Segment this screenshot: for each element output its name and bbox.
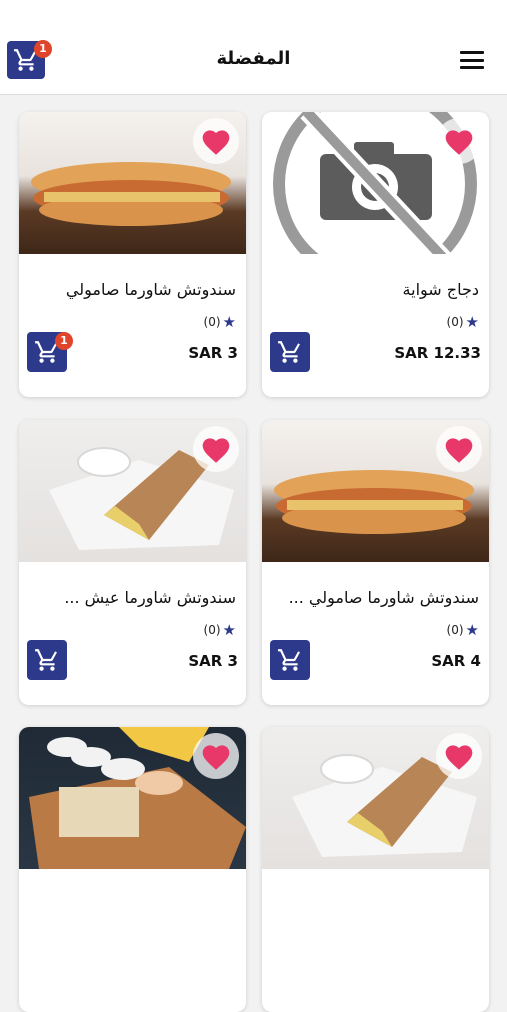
cart-count-badge: 1: [55, 332, 73, 350]
cart-icon: [278, 649, 300, 671]
favorite-button[interactable]: [193, 733, 239, 779]
product-card[interactable]: سندوتش شاورما عيش ... (0) ★ SAR 3: [19, 420, 246, 705]
heart-icon: [202, 130, 230, 155]
favorite-button[interactable]: [193, 426, 239, 472]
heart-icon: [445, 745, 473, 770]
cart-icon: [278, 341, 300, 363]
rating-count: (0): [203, 623, 221, 637]
product-rating: (0) ★: [204, 621, 236, 639]
favorite-button[interactable]: [436, 733, 482, 779]
cart-icon: [35, 649, 57, 671]
star-icon: ★: [465, 621, 479, 639]
menu-icon[interactable]: [460, 51, 484, 69]
favorite-button[interactable]: [193, 118, 239, 164]
product-card[interactable]: سندوتش شاورما صامولي (0) ★ SAR 3 1: [19, 112, 246, 397]
product-name: سندوتش شاورما صامولي ...: [288, 588, 479, 607]
rating-count: (0): [203, 315, 221, 329]
star-icon: ★: [222, 313, 236, 331]
product-name: دجاج شواية: [402, 280, 479, 299]
product-price: SAR 3: [188, 344, 238, 362]
heart-icon: [202, 745, 230, 770]
page-title: المفضلة: [216, 48, 291, 69]
product-card[interactable]: دجاج شواية (0) ★ SAR 12.33: [262, 112, 489, 397]
star-icon: ★: [222, 621, 236, 639]
favorite-button[interactable]: [436, 118, 482, 164]
product-price: SAR 3: [188, 652, 238, 670]
product-card[interactable]: سندوتش شاورما صامولي ... (0) ★ SAR 4: [262, 420, 489, 705]
product-rating: (0) ★: [447, 313, 479, 331]
product-card[interactable]: [19, 727, 246, 1012]
product-price: SAR 4: [431, 652, 481, 670]
heart-icon: [445, 438, 473, 463]
add-to-cart-button[interactable]: [270, 640, 310, 680]
product-name: سندوتش شاورما صامولي: [65, 280, 236, 299]
heart-icon: [202, 438, 230, 463]
product-card[interactable]: [262, 727, 489, 1012]
product-price: SAR 12.33: [394, 344, 481, 362]
heart-icon: [445, 130, 473, 155]
rating-count: (0): [446, 623, 464, 637]
product-rating: (0) ★: [447, 621, 479, 639]
add-to-cart-button[interactable]: [270, 332, 310, 372]
product-rating: (0) ★: [204, 313, 236, 331]
rating-count: (0): [446, 315, 464, 329]
product-name: سندوتش شاورما عيش ...: [64, 588, 236, 607]
add-to-cart-button[interactable]: [27, 640, 67, 680]
app-header: 1 المفضلة: [0, 0, 507, 95]
star-icon: ★: [465, 313, 479, 331]
favorite-button[interactable]: [436, 426, 482, 472]
